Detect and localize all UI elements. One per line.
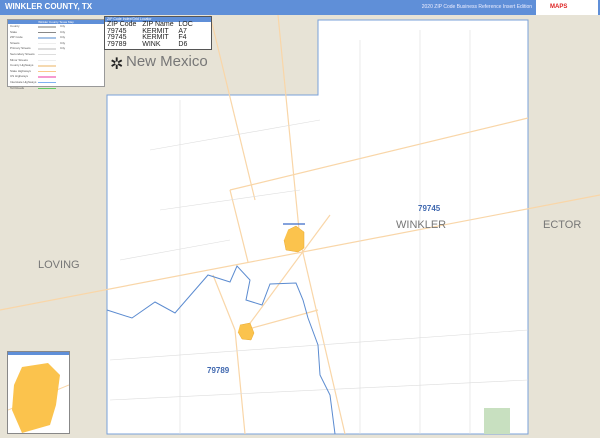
winkler-county-area [106,19,529,435]
table-row: 79789 WINK D6 [105,40,211,49]
legend-item-label: County Highways [10,63,34,68]
publisher-logo: MAPS [536,0,598,15]
legend-item-label: Primary Streets [10,46,31,51]
legend-item: Toll Roads [8,86,104,92]
legend-item-label: US Highways [10,74,29,79]
map-legend: Winkler County Texas Map County City State… [7,19,105,90]
legend-swatch [38,70,56,73]
header-bar: WINKLER COUNTY, TX 2020 ZIP Code Busines… [0,0,600,15]
legend-city-size: City [60,40,66,45]
county-label-loving: LOVING [38,259,80,271]
legend-swatch [38,59,56,62]
legend-city-size: City [60,35,66,40]
legend-swatch [38,81,56,84]
cell: WINK [142,40,161,48]
zip-index-table: ZIP Code Index/Grid Locator ZIP Code ZIP … [104,16,212,50]
legend-item-label: Streets [10,40,20,45]
legend-city-size: City [60,46,66,51]
legend-item-label: Toll Roads [10,85,25,90]
county-label-ector: ECTOR [543,219,582,231]
inset-kermit [7,363,70,433]
city-inset-map [7,351,70,434]
legend-swatch [38,48,56,50]
legend-swatch [38,76,56,78]
legend-item-label: Secondary Streets [10,51,35,56]
county-label-winkler: WINKLER [396,219,447,231]
legend-swatch [38,87,56,90]
legend-swatch [38,42,56,45]
state-label: New Mexico [126,53,208,70]
legend-item-label: ZIP Code [10,35,23,40]
legend-item-label: State [10,29,18,34]
cell: D6 [178,40,188,48]
legend-item-label: State Highways [10,68,31,73]
park-area [484,408,510,434]
legend-swatch [38,53,56,56]
map-title: WINKLER COUNTY, TX [5,2,93,11]
legend-item-label: Interstate Highways [10,79,37,84]
edition-label: 2020 ZIP Code Business Reference Insert … [421,4,532,10]
legend-item-label: Minor Streets [10,57,28,62]
zip-label-79789: 79789 [207,366,230,375]
legend-swatch [38,37,56,39]
legend-swatch [38,26,56,28]
legend-swatch [38,65,56,67]
legend-city-size: City [60,29,66,34]
cell: 79789 [107,40,127,48]
legend-swatch [38,31,56,34]
logo-text: MAPS [550,4,568,10]
legend-city-size: City [60,24,66,28]
compass-rose-icon: ✲ [110,56,124,73]
zip-label-79745: 79745 [418,204,441,213]
legend-item-label: County [10,24,20,28]
